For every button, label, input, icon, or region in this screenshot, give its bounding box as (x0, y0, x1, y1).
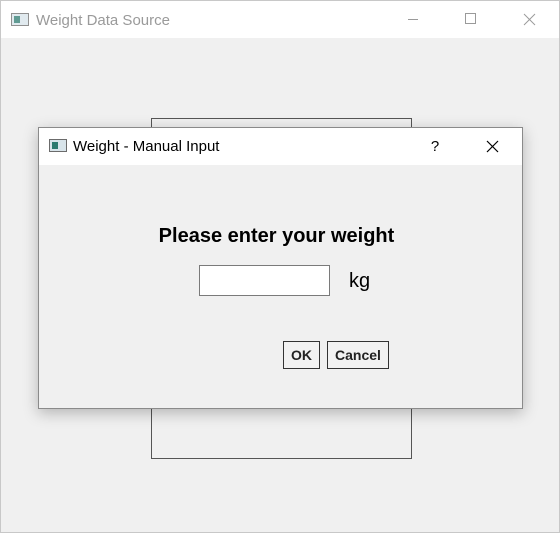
app-icon (49, 139, 67, 152)
app-icon (11, 13, 29, 26)
minimize-button[interactable] (384, 1, 442, 38)
manual-input-dialog: Weight - Manual Input ? Please enter you… (38, 127, 523, 409)
dialog-title-bar[interactable]: Weight - Manual Input ? (39, 128, 522, 165)
main-title-bar[interactable]: Weight Data Source (1, 1, 559, 38)
close-icon (486, 140, 499, 153)
close-button[interactable] (500, 1, 558, 38)
weight-input[interactable] (199, 265, 330, 296)
minimize-icon (408, 19, 418, 20)
help-button[interactable]: ? (419, 128, 451, 165)
close-icon (523, 13, 536, 26)
weight-unit-label: kg (349, 270, 371, 292)
maximize-button[interactable] (442, 1, 500, 38)
dialog-title: Weight - Manual Input (73, 138, 220, 155)
main-window-title: Weight Data Source (36, 12, 170, 29)
maximize-icon (465, 13, 476, 24)
ok-button[interactable]: OK (283, 341, 320, 369)
weight-prompt: Please enter your weight (158, 225, 395, 247)
dialog-close-button[interactable] (464, 128, 522, 165)
cancel-button[interactable]: Cancel (327, 341, 389, 369)
